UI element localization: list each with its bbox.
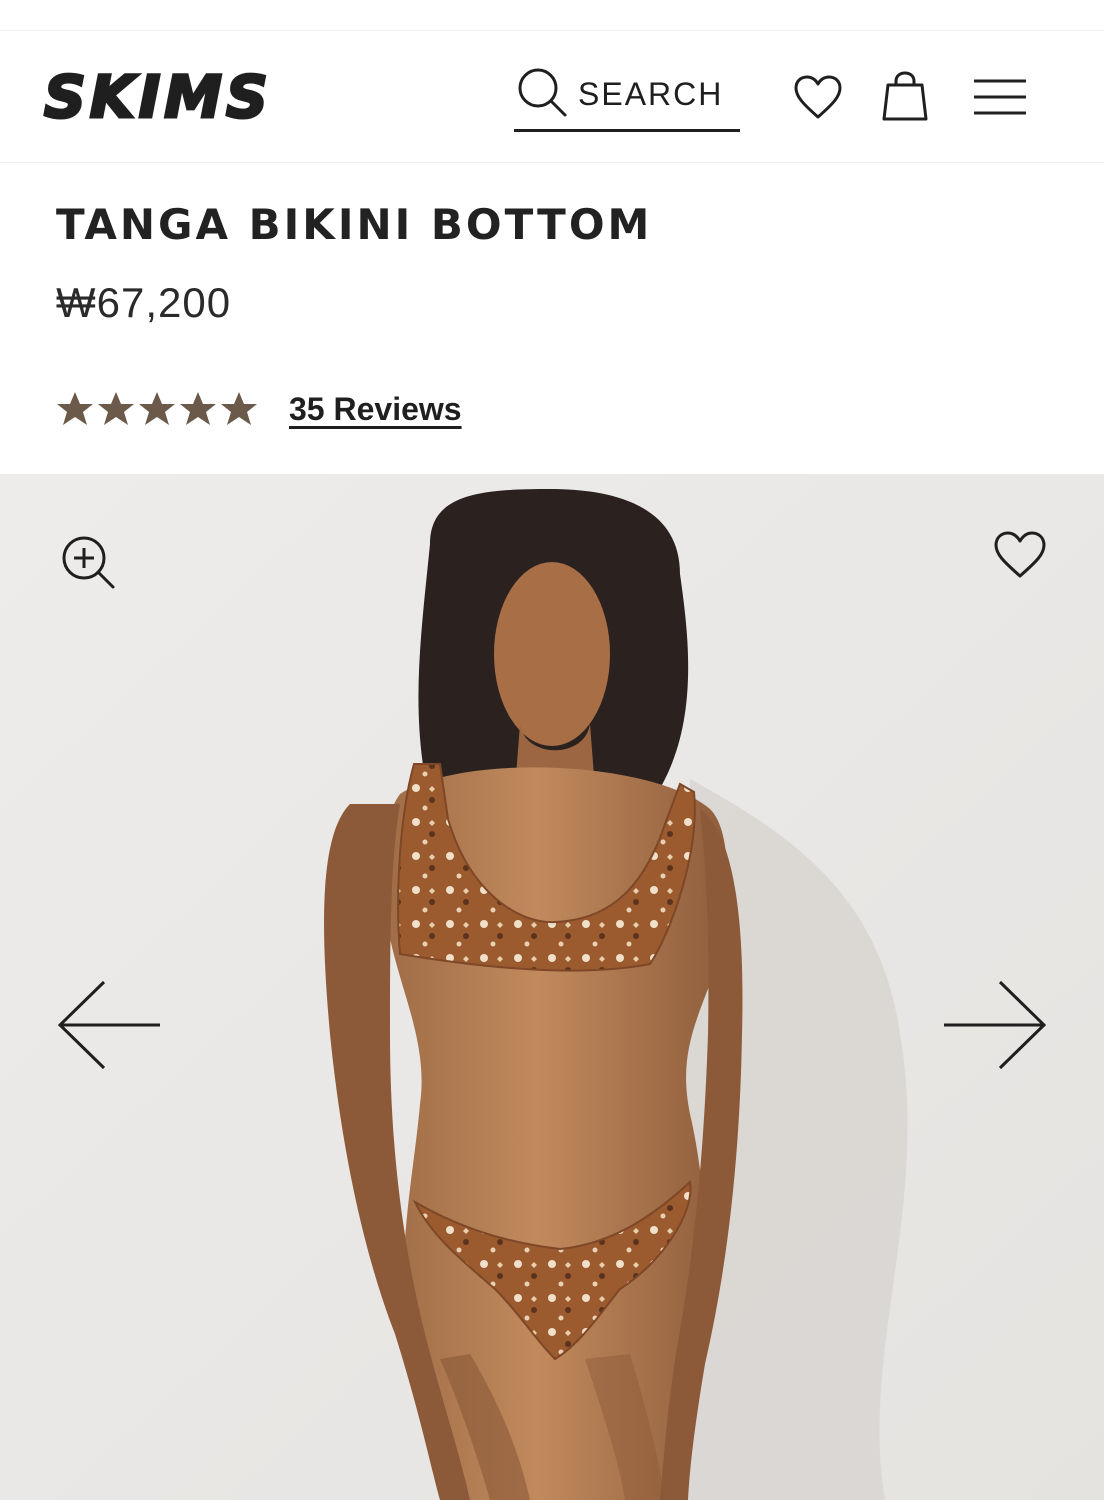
star-icon xyxy=(180,392,216,425)
search-icon[interactable] xyxy=(514,66,570,122)
heart-icon[interactable] xyxy=(792,73,844,123)
product-gallery xyxy=(0,474,1104,1500)
zoom-in-icon[interactable] xyxy=(58,532,118,592)
favorite-heart-icon[interactable] xyxy=(992,530,1048,582)
star-icon xyxy=(139,392,175,425)
site-header: SKIMS SEARCH xyxy=(0,31,1104,163)
product-page: SKIMS SEARCH TANGA BIKINI BOTTOM ₩67,200 xyxy=(0,0,1104,1500)
arrow-right-icon[interactable] xyxy=(942,980,1048,1070)
star-icon xyxy=(221,392,257,425)
rating-row: 35 Reviews xyxy=(56,390,462,428)
shopping-bag-icon[interactable] xyxy=(880,71,930,123)
star-icon xyxy=(57,392,93,425)
face xyxy=(494,562,610,746)
product-price: ₩67,200 xyxy=(56,279,232,327)
arrow-left-icon[interactable] xyxy=(56,980,162,1070)
hamburger-menu-icon[interactable] xyxy=(972,77,1028,117)
skims-logo[interactable]: SKIMS xyxy=(42,59,312,132)
search-field[interactable]: SEARCH xyxy=(514,59,740,132)
status-strip xyxy=(0,0,1104,31)
star-icon xyxy=(98,392,134,425)
product-info: TANGA BIKINI BOTTOM ₩67,200 xyxy=(56,200,1046,329)
product-photo[interactable] xyxy=(0,474,1104,1500)
search-label: SEARCH xyxy=(578,75,724,112)
product-title: TANGA BIKINI BOTTOM xyxy=(56,200,653,249)
reviews-link[interactable]: 35 Reviews xyxy=(289,391,462,428)
logo-wordmark: SKIMS xyxy=(44,63,272,131)
star-rating xyxy=(56,390,261,428)
